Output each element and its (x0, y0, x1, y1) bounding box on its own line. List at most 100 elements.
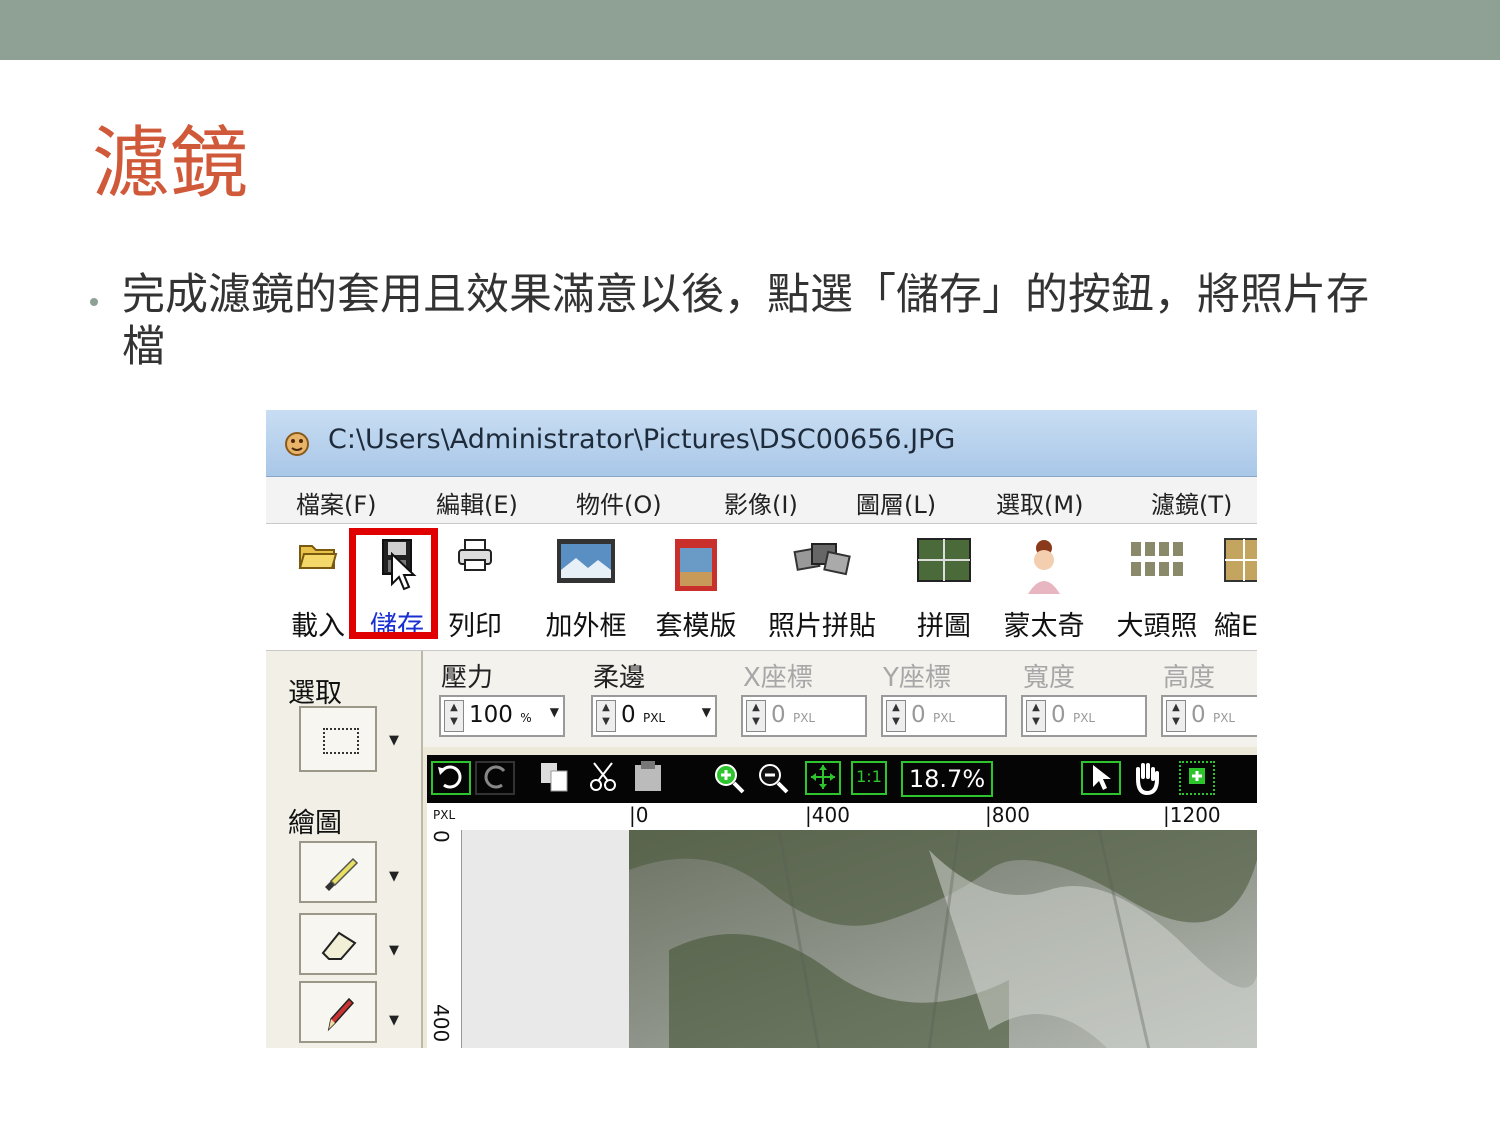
select-pointer-button[interactable] (1081, 761, 1121, 795)
slide-title: 濾鏡 (92, 119, 249, 209)
menu-file[interactable]: 檔案(F) (296, 485, 377, 520)
y-coord-label: Y座標 (883, 663, 951, 693)
toolbar-collage-button[interactable]: 照片拼貼 (754, 524, 890, 650)
toolbar-template-label: 套模版 (655, 611, 737, 642)
height-unit: PXL (1212, 711, 1236, 725)
window-title: C:\Users\Administrator\Pictures\DSC00656… (328, 424, 956, 455)
width-spinner[interactable]: ▲ ▼ (1026, 700, 1046, 732)
height-spinner[interactable]: ▲ ▼ (1166, 700, 1186, 732)
hand-pan-button[interactable] (1127, 761, 1167, 796)
photo-canvas[interactable] (629, 830, 1257, 1048)
vruler-tick-0: 0 (429, 830, 453, 843)
select-tool-dropdown-arrow[interactable]: ▼ (389, 733, 399, 748)
toolbar-puzzle-button[interactable]: 拼圖 (906, 524, 982, 650)
width-label: 寬度 (1023, 663, 1076, 693)
bullet-item: 完成濾鏡的套用且效果滿意以後，點選「儲存」的按鈕，將照片存檔 (90, 270, 1410, 373)
zoom-level: 18.7% (901, 761, 993, 797)
feather-dropdown-arrow[interactable]: ▼ (702, 705, 711, 719)
fit-window-icon (811, 765, 835, 789)
toolbar-frame-button[interactable]: 加外框 (534, 524, 638, 650)
pencil-tool[interactable] (299, 981, 377, 1043)
height-field[interactable]: ▲ ▼ 0 PXL (1161, 695, 1257, 737)
undo-button[interactable] (431, 761, 471, 795)
menu-filter[interactable]: 濾鏡(T) (1151, 485, 1232, 520)
toolbar-load-button[interactable]: 載入 (284, 524, 352, 650)
scissors-icon (590, 762, 616, 791)
toolbar-montage-button[interactable]: 蒙太奇 (992, 524, 1096, 650)
pressure-label: 壓力 (441, 663, 494, 693)
menu-layer[interactable]: 圖層(L) (856, 485, 936, 520)
draw-section-label: 繪圖 (288, 808, 342, 839)
image-view-toolbar: 1:1 18.7% (427, 755, 1257, 803)
select-section-label: 選取 (288, 678, 342, 709)
menu-edit[interactable]: 編輯(E) (436, 485, 518, 520)
zoom-out-icon (759, 764, 789, 794)
menu-select[interactable]: 選取(M) (996, 485, 1083, 520)
zoom-out-button[interactable] (753, 761, 793, 795)
y-coord-field[interactable]: ▲ ▼ 0 PXL (881, 695, 1007, 737)
toolbar-template-button[interactable]: 套模版 (644, 524, 748, 650)
x-coord-label: X座標 (743, 663, 813, 693)
x-coord-field[interactable]: ▲ ▼ 0 PXL (741, 695, 867, 737)
feather-spinner[interactable]: ▲ ▼ (596, 700, 616, 732)
arrow-pointer-icon (1093, 765, 1111, 790)
pressure-field[interactable]: ▲ ▼ 100 % ▼ (439, 695, 565, 737)
pressure-dropdown-arrow[interactable]: ▼ (550, 705, 559, 719)
eraser-icon (321, 931, 357, 960)
menu-image[interactable]: 影像(I) (724, 485, 798, 520)
toolbar-puzzle-label: 拼圖 (917, 611, 971, 642)
slide-top-band (0, 0, 1500, 60)
height-label: 高度 (1163, 663, 1216, 693)
toolbar-print-button[interactable]: 列印 (442, 524, 508, 650)
thumbnail-icon (1224, 538, 1257, 582)
cut-button[interactable] (583, 761, 623, 795)
puzzle-icon (917, 538, 971, 582)
brush-icon (325, 857, 359, 891)
y-coord-spinner[interactable]: ▲ ▼ (886, 700, 906, 732)
ruler-unit-label: PXL (433, 808, 456, 822)
paste-icon (635, 761, 661, 791)
pencil-dropdown-arrow[interactable]: ▼ (389, 1013, 399, 1028)
horizontal-ruler: PXL |0 |400 |800 |1200 (427, 803, 1257, 831)
app-icon (285, 432, 309, 456)
width-value: 0 (1051, 702, 1066, 728)
toolbar-print-label: 列印 (448, 611, 502, 642)
pressure-spinner[interactable]: ▲ ▼ (444, 700, 464, 732)
menu-bar: 檔案(F) 編輯(E) 物件(O) 影像(I) 圖層(L) 選取(M) 濾鏡(T… (266, 477, 1257, 524)
montage-icon (1028, 540, 1060, 594)
ruler-tick-1200: |1200 (1163, 803, 1221, 827)
zoom-in-button[interactable] (709, 761, 749, 795)
redo-button[interactable] (475, 761, 515, 795)
hand-icon (1136, 763, 1159, 796)
pencil-icon (327, 997, 355, 1032)
feather-field[interactable]: ▲ ▼ 0 PXL ▼ (591, 695, 717, 737)
actual-size-button[interactable]: 1:1 (851, 761, 887, 795)
menu-object[interactable]: 物件(O) (576, 485, 662, 520)
window-titlebar[interactable]: C:\Users\Administrator\Pictures\DSC00656… (266, 410, 1257, 477)
paste-button[interactable] (629, 761, 669, 795)
toolbar-id-photo-label: 大頭照 (1116, 611, 1198, 642)
width-field[interactable]: ▲ ▼ 0 PXL (1021, 695, 1147, 737)
rect-select-tool[interactable] (299, 706, 377, 772)
brush-tool[interactable] (299, 841, 377, 903)
toolbar-thumbnail-button[interactable]: 縮E (1214, 524, 1257, 650)
parameter-bar: 壓力 ▲ ▼ 100 % ▼ 柔邊 ▲ ▼ 0 PXL ▼ X座標 ▲ ▼ 0 PXL… (423, 651, 1257, 747)
toolbar-load-label: 載入 (291, 611, 345, 642)
copy-button[interactable] (535, 761, 575, 795)
bullet-dot (90, 298, 98, 306)
canvas-background (462, 830, 629, 1048)
brush-dropdown-arrow[interactable]: ▼ (389, 869, 399, 884)
printer-icon (458, 539, 492, 571)
x-coord-value: 0 (771, 702, 786, 728)
toolbar-montage-label: 蒙太奇 (1003, 611, 1085, 642)
fit-window-button[interactable] (805, 761, 841, 795)
x-coord-spinner[interactable]: ▲ ▼ (746, 700, 766, 732)
eraser-dropdown-arrow[interactable]: ▼ (389, 943, 399, 958)
eraser-tool[interactable] (299, 913, 377, 975)
toolbar-id-photo-button[interactable]: 大頭照 (1104, 524, 1210, 650)
toolbar-frame-label: 加外框 (545, 611, 627, 642)
zoom-in-icon (715, 764, 745, 794)
mouse-pointer-icon (391, 552, 417, 591)
feather-label: 柔邊 (593, 663, 646, 693)
crop-select-button[interactable] (1179, 761, 1215, 795)
